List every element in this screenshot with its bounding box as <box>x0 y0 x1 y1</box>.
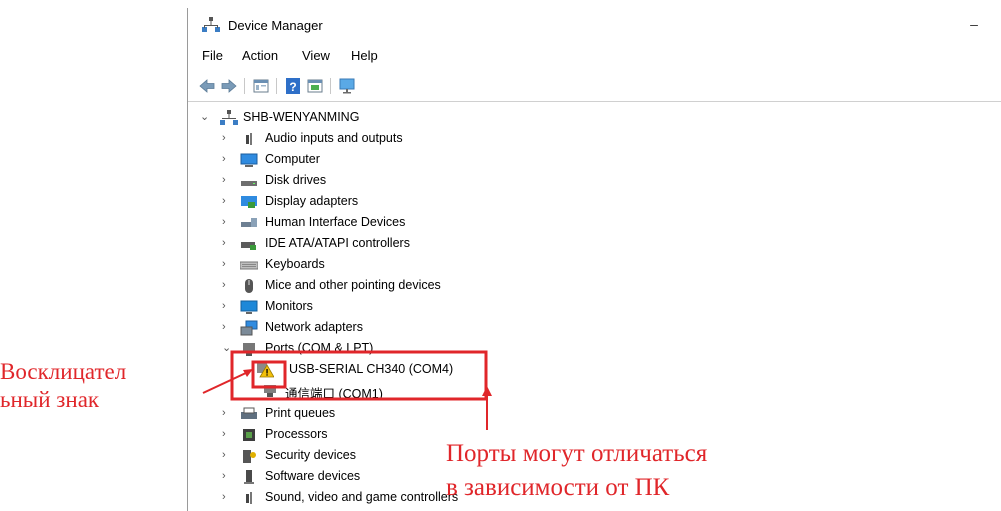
annotation-ports: Порты могут отличаться в зависимости от … <box>446 437 707 505</box>
annotation-text: Восклицател <box>0 359 127 384</box>
arrow-line <box>202 371 249 394</box>
annotation-text: ьный знак <box>0 387 100 412</box>
warning-highlight-box <box>251 360 287 389</box>
annotation-exclamation: Восклицател ьный знак <box>0 358 126 414</box>
annotation-text: в зависимости от ПК <box>446 474 670 501</box>
annotation-text: Порты могут отличаться <box>446 440 708 467</box>
ports-highlight-box <box>230 350 488 401</box>
arrow-head <box>482 386 492 396</box>
annotation-overlay <box>202 350 492 430</box>
